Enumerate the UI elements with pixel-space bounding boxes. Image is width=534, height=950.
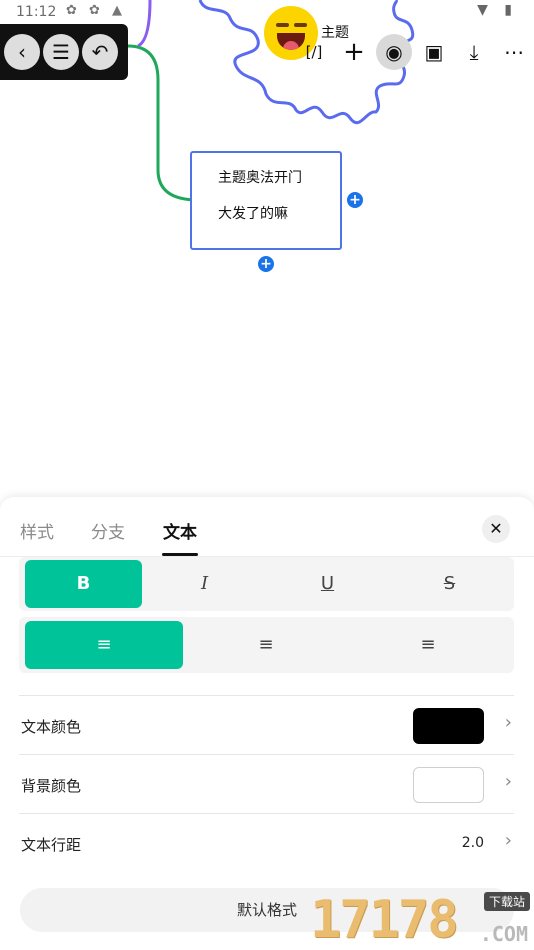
tab-underline [162, 553, 198, 556]
close-button[interactable]: ✕ [482, 515, 510, 543]
status-time: 11:12 [16, 4, 57, 20]
more-icon: ⋯ [504, 40, 524, 64]
close-icon: ✕ [489, 519, 503, 538]
align-left-button[interactable]: ≡ [25, 621, 183, 669]
chevron-right-icon: › [504, 830, 512, 851]
tab-branch[interactable]: 分支 [91, 518, 125, 543]
more-button[interactable]: ⋯ [496, 34, 532, 70]
bold-button[interactable]: B [25, 560, 142, 608]
sheet-tabs: 样式 分支 文本 ✕ [0, 497, 534, 557]
bg-color-row[interactable]: 背景颜色 › [19, 754, 514, 813]
undo-button[interactable]: ↶ [82, 34, 118, 70]
notification-icon: ✿ ✿ ▲ [66, 3, 127, 18]
format-sheet: 样式 分支 文本 ✕ B I U S ≡ ≡ ≡ 文本颜色 › 背景颜色 › 文… [0, 497, 534, 950]
line-spacing-row[interactable]: 文本行距 2.0 › [19, 813, 514, 872]
tab-style[interactable]: 样式 [20, 518, 54, 543]
download-button[interactable]: ⤓ [456, 34, 492, 70]
palette-icon: ◉ [385, 40, 403, 64]
align-right-icon: ≡ [420, 634, 436, 655]
formula-icon: [/] [305, 43, 323, 61]
outline-button[interactable]: ☰ [43, 34, 79, 70]
default-format-label: 默认格式 [236, 901, 297, 919]
watermark-logo: 17178 下载站 .COM [310, 888, 534, 950]
green-branch [127, 44, 199, 202]
add-child-icon[interactable]: + [258, 256, 274, 272]
bg-color-swatch[interactable] [413, 767, 484, 803]
align-center-icon: ≡ [258, 634, 274, 655]
align-left-icon: ≡ [96, 634, 112, 655]
formula-button[interactable]: [/] [296, 34, 332, 70]
mindmap-canvas[interactable]: 11:12 ✿ ✿ ▲ ▼ ▮ ‹ ☰ ↶ 主题 [/] + ◉ ▣ ⤓ ⋯ 主… [0, 0, 534, 500]
add-icon: + [343, 37, 365, 67]
watermark-domain: .COM [479, 922, 528, 946]
align-center-button[interactable]: ≡ [187, 621, 345, 669]
save-icon: ▣ [424, 40, 444, 64]
palette-button[interactable]: ◉ [376, 34, 412, 70]
chevron-right-icon: › [504, 771, 512, 792]
outline-list-icon: ☰ [52, 40, 70, 64]
add-button[interactable]: + [336, 34, 372, 70]
selected-topic-node[interactable]: 主题奥法开门 大发了的嘛 [190, 151, 342, 250]
strikethrough-button[interactable]: S [391, 560, 508, 608]
text-color-label: 文本颜色 [21, 718, 82, 736]
topic-text-line-1: 主题奥法开门 [218, 170, 302, 186]
underline-icon: U [320, 573, 335, 594]
chevron-right-icon: › [504, 712, 512, 733]
download-icon: ⤓ [469, 40, 479, 64]
tab-text[interactable]: 文本 [163, 518, 197, 543]
italic-button[interactable]: I [146, 560, 263, 608]
italic-icon: I [200, 573, 209, 594]
back-button[interactable]: ‹ [4, 34, 40, 70]
battery-icon: ▼ ▮ [477, 2, 518, 18]
chevron-left-icon: ‹ [18, 40, 26, 64]
bg-color-label: 背景颜色 [21, 777, 82, 795]
align-right-button[interactable]: ≡ [349, 621, 507, 669]
watermark-tag: 下载站 [483, 892, 530, 911]
undo-icon: ↶ [91, 40, 109, 64]
left-toolbar: ‹ ☰ ↶ [0, 24, 128, 80]
line-spacing-label: 文本行距 [21, 836, 82, 854]
text-style-group: B I U S [19, 557, 514, 611]
topic-text-line-2: 大发了的嘛 [218, 206, 288, 222]
underline-button[interactable]: U [269, 560, 386, 608]
text-align-group: ≡ ≡ ≡ [19, 617, 514, 673]
text-color-row[interactable]: 文本颜色 › [19, 695, 514, 754]
bold-icon: B [76, 573, 91, 594]
text-color-swatch[interactable] [413, 708, 484, 744]
watermark-digits: 17178 [310, 890, 459, 950]
add-sibling-icon[interactable]: + [347, 192, 363, 208]
line-spacing-value: 2.0 [461, 835, 484, 851]
strikethrough-icon: S [443, 573, 456, 594]
save-button[interactable]: ▣ [416, 34, 452, 70]
